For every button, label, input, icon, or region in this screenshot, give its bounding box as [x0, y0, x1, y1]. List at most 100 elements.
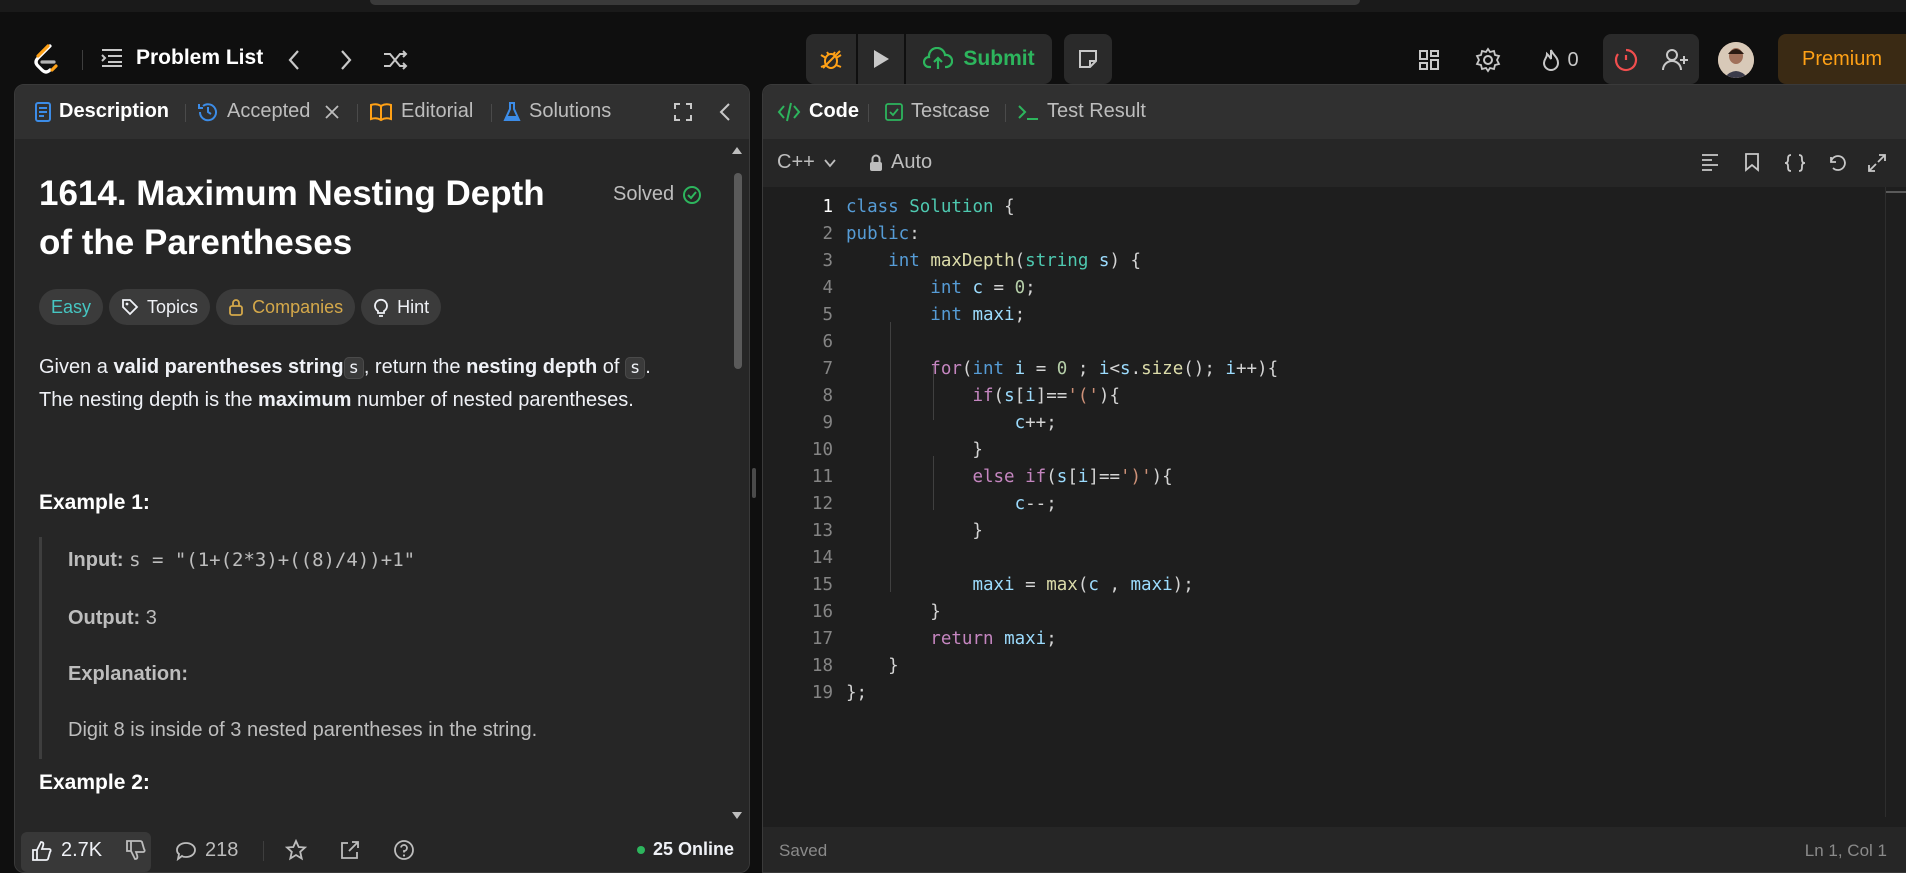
top-drag-bar[interactable]	[370, 0, 1360, 5]
line-number: 4	[822, 278, 833, 298]
invite-button[interactable]	[1659, 44, 1691, 76]
language-select[interactable]: C++	[777, 151, 837, 174]
hint-label: Hint	[397, 296, 430, 317]
code-line-12: c--;	[1014, 494, 1057, 514]
notes-button[interactable]	[1064, 34, 1112, 84]
lock-icon	[229, 299, 243, 316]
run-button[interactable]	[858, 34, 904, 84]
minimap-marker	[1885, 191, 1906, 193]
scrollbar-thumb[interactable]	[734, 173, 742, 369]
reset-code-button[interactable]	[1827, 153, 1847, 173]
tab-testcase[interactable]: Testcase	[885, 100, 990, 123]
bookmark-button[interactable]	[1744, 152, 1760, 172]
comments-button[interactable]: 218	[175, 839, 238, 862]
save-status: Saved	[779, 841, 828, 860]
timer-button[interactable]	[1610, 44, 1642, 76]
hint-chip[interactable]: Hint	[361, 289, 442, 325]
chevron-down-icon	[824, 158, 836, 167]
debug-button[interactable]	[806, 34, 856, 84]
code-line-16: }	[846, 602, 941, 622]
editor-scrollbar-track[interactable]	[1885, 187, 1886, 817]
tab-divider	[868, 104, 869, 122]
footer-divider	[263, 841, 264, 861]
help-button[interactable]	[393, 839, 415, 861]
gear-icon	[1475, 47, 1501, 73]
terminal-icon	[1018, 104, 1038, 120]
like-button[interactable]: 2.7K	[31, 839, 102, 862]
tab-code[interactable]: Code	[777, 100, 859, 123]
tab-editorial-label: Editorial	[401, 100, 474, 122]
line-number: 3	[822, 251, 833, 271]
tab-description[interactable]: Description	[35, 100, 169, 123]
dislike-button[interactable]	[125, 839, 147, 861]
inline-code: s	[625, 357, 646, 379]
line-number: 9	[822, 413, 833, 433]
solved-label: Solved	[613, 183, 675, 205]
auto-mode-toggle[interactable]: Auto	[869, 151, 932, 174]
add-user-icon	[1662, 49, 1688, 71]
tab-description-label: Description	[59, 100, 170, 122]
maximize-panel-button[interactable]	[673, 102, 693, 122]
tab-divider	[185, 104, 186, 122]
problem-list-button[interactable]: Problem List	[100, 46, 263, 70]
share-button[interactable]	[339, 839, 361, 861]
line-number: 6	[822, 332, 833, 352]
scroll-down-icon[interactable]	[731, 811, 743, 821]
list-icon	[101, 49, 122, 67]
lock-icon	[870, 154, 882, 171]
difficulty-badge: Easy	[39, 289, 104, 325]
explanation-label: Explanation:	[68, 663, 189, 685]
code-line-18: }	[846, 656, 899, 676]
companies-chip[interactable]: Companies	[216, 289, 356, 325]
tab-solutions[interactable]: Solutions	[503, 100, 611, 123]
stopwatch-icon	[1614, 48, 1638, 72]
panel-resize-handle[interactable]	[752, 468, 756, 498]
collapse-panel-button[interactable]	[719, 102, 731, 122]
next-problem-button[interactable]	[332, 46, 360, 74]
tab-accepted[interactable]: Accepted	[197, 100, 340, 123]
topics-chip[interactable]: Topics	[109, 289, 211, 325]
close-icon[interactable]	[324, 104, 340, 120]
tab-test-result[interactable]: Test Result	[1017, 100, 1146, 123]
tag-chips: Easy Topics Companies Hint	[39, 289, 442, 325]
code-icon	[777, 102, 801, 121]
example-output: Output: 3	[68, 607, 157, 630]
favorite-button[interactable]	[285, 839, 307, 861]
line-number: 8	[822, 386, 833, 406]
align-left-icon	[1702, 154, 1718, 171]
code-line-15: maxi = max(c , maxi);	[972, 575, 1194, 595]
scroll-up-icon[interactable]	[731, 145, 743, 155]
settings-button[interactable]	[1472, 44, 1504, 76]
format-button[interactable]	[1700, 153, 1720, 171]
output-value: 3	[145, 607, 157, 629]
companies-label: Companies	[252, 296, 344, 317]
fullscreen-button[interactable]	[1867, 153, 1887, 173]
code-line-13: }	[846, 521, 983, 541]
premium-label: Premium	[1801, 47, 1882, 70]
code-editor[interactable]: 1 2 3 4 5 6 7 8 9 10 11 12 13 14 15 16 17 18 19 class Solu…	[763, 187, 1906, 827]
line-number: 13	[811, 521, 833, 541]
prev-problem-button[interactable]	[280, 46, 308, 74]
nav-divider	[82, 50, 83, 70]
tab-divider	[357, 104, 358, 122]
streak-counter[interactable]: 0	[1530, 44, 1590, 76]
tab-accepted-label: Accepted	[227, 100, 311, 122]
right-tab-bar: Code Testcase Test Result	[763, 85, 1906, 139]
avatar[interactable]	[1718, 42, 1754, 78]
line-number: 12	[811, 494, 833, 514]
random-problem-button[interactable]	[380, 46, 412, 74]
premium-button[interactable]: Premium	[1778, 34, 1906, 84]
tab-editorial[interactable]: Editorial	[369, 100, 473, 123]
layout-button[interactable]	[1413, 44, 1445, 76]
thumbs-down-icon	[126, 840, 146, 860]
chevron-left-icon	[719, 103, 730, 121]
submit-button[interactable]: Submit	[906, 34, 1052, 84]
submit-label: Submit	[963, 47, 1035, 70]
line-number: 17	[811, 629, 833, 649]
description-scrollbar[interactable]	[731, 145, 743, 821]
braces-button[interactable]	[1783, 153, 1807, 173]
desc-text: Given a	[39, 356, 114, 378]
leetcode-logo[interactable]	[30, 42, 62, 78]
like-count: 2.7K	[61, 839, 103, 861]
